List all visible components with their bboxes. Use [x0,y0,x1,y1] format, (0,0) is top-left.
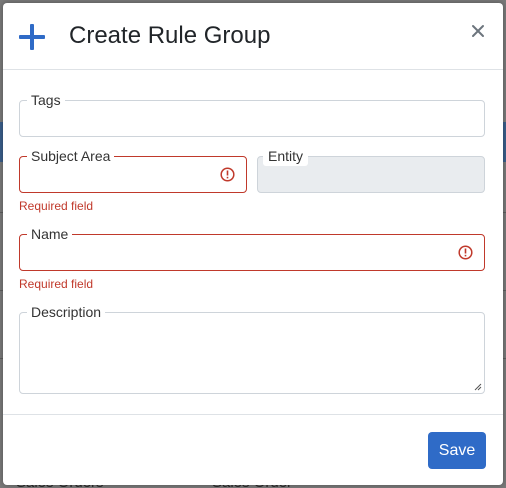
name-field: Name [19,224,485,271]
name-input[interactable] [20,235,484,270]
close-icon[interactable] [469,22,487,40]
plus-icon [19,24,45,50]
tags-field: Tags [19,90,485,137]
subject-area-field: Subject Area [19,146,247,193]
description-textarea[interactable] [20,313,484,393]
subject-area-error: Required field [19,199,94,213]
error-icon [458,245,473,260]
description-label: Description [27,302,106,322]
description-field: Description [19,302,485,394]
subject-area-label: Subject Area [27,146,115,166]
resize-grip-icon[interactable] [474,383,482,391]
dialog-footer: Save [3,414,503,485]
dialog-title: Create Rule Group [69,22,271,49]
entity-field: Entity [257,146,485,193]
name-label: Name [27,224,73,244]
dialog-header: Create Rule Group [3,3,503,70]
create-rule-group-dialog: Create Rule Group Tags Subject Area Requ… [3,3,503,485]
tags-label: Tags [27,90,65,110]
entity-label: Entity [263,146,309,166]
error-icon [220,167,235,182]
name-error: Required field [19,277,94,291]
save-button[interactable]: Save [428,432,486,469]
tags-input[interactable] [20,101,484,136]
